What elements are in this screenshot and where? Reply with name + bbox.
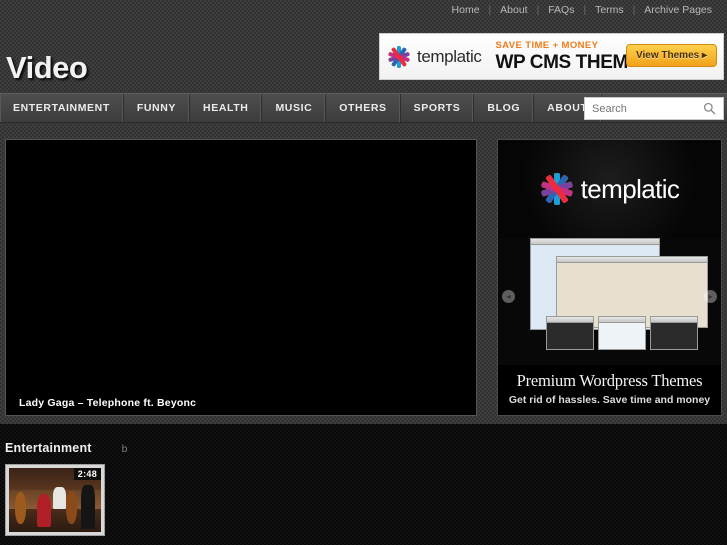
video-duration-badge: 2:48 — [73, 468, 101, 480]
video-thumbnail-card[interactable]: 2:48 — [5, 464, 105, 536]
search-icon[interactable] — [700, 102, 718, 115]
featured-video-player[interactable]: Lady Gaga – Telephone ft. Beyonc — [5, 139, 477, 416]
topbar-link-archive-pages[interactable]: Archive Pages — [635, 0, 721, 20]
sidebar-ad-title: Premium Wordpress Themes — [516, 371, 703, 390]
browser-content — [599, 323, 645, 349]
banner-copy: SAVE TIME + MONEY WP CMS THEM — [495, 39, 628, 74]
sidebar-ad-footer: Premium Wordpress Themes Get rid of hass… — [498, 365, 721, 415]
browser-content — [547, 323, 593, 349]
nav-item-sports[interactable]: SPORTS — [401, 94, 475, 122]
nav-item-others[interactable]: OTHERS — [326, 94, 401, 122]
header-banner-ad[interactable]: templatic SAVE TIME + MONEY WP CMS THEM … — [379, 33, 724, 80]
site-header: Video templatic SAVE TIME + MONEY WP CMS… — [0, 20, 727, 93]
nav-item-entertainment[interactable]: ENTERTAINMENT — [0, 94, 124, 122]
top-utility-bar: Home | About | FAQs | Terms | Archive Pa… — [0, 0, 727, 20]
sidebar-ad-screenshots: ◂ ▸ — [498, 238, 721, 353]
templatic-star-icon — [387, 45, 411, 69]
browser-mockup-thumb-1 — [546, 316, 594, 350]
topbar-link-faqs[interactable]: FAQs — [539, 0, 583, 20]
banner-brand: templatic — [380, 45, 482, 69]
banner-logo-text: templatic — [417, 46, 482, 66]
carousel-prev-arrow-icon[interactable]: ◂ — [502, 290, 515, 303]
topbar-link-about[interactable]: About — [491, 0, 536, 20]
carousel-next-arrow-icon[interactable]: ▸ — [704, 290, 717, 303]
site-logo[interactable]: Video — [6, 50, 88, 86]
view-themes-button[interactable]: View Themes ▸ — [626, 44, 717, 67]
search-input[interactable] — [585, 98, 700, 119]
section-header: Entertainment b — [5, 441, 127, 455]
main-navigation: ENTERTAINMENT FUNNY HEALTH MUSIC OTHERS … — [0, 93, 727, 123]
topbar-link-terms[interactable]: Terms — [586, 0, 633, 20]
section-title[interactable]: Entertainment — [5, 441, 92, 455]
sidebar-ad-subtitle: Get rid of hassles. Save time and money — [508, 394, 711, 406]
sidebar-ad-logo-text: templatic — [580, 173, 680, 204]
entertainment-section: Entertainment b 2:48 — [0, 424, 727, 545]
banner-headline: WP CMS THEM — [495, 51, 628, 73]
nav-item-blog[interactable]: BLOG — [474, 94, 535, 122]
search-box[interactable] — [584, 97, 724, 120]
browser-content — [651, 323, 697, 349]
topbar-link-home[interactable]: Home — [443, 0, 489, 20]
nav-item-health[interactable]: HEALTH — [190, 94, 263, 122]
browser-mockup-thumb-2 — [598, 316, 646, 350]
orchestra-thumbnail: 2:48 — [9, 468, 101, 532]
featured-video-caption: Lady Gaga – Telephone ft. Beyonc — [19, 397, 197, 409]
banner-tagline: SAVE TIME + MONEY — [495, 39, 599, 51]
section-extra-text: b — [121, 443, 128, 455]
nav-item-funny[interactable]: FUNNY — [124, 94, 191, 122]
sidebar-ad-brand: templatic — [498, 140, 721, 238]
nav-item-music[interactable]: MUSIC — [262, 94, 327, 122]
page-root: Home | About | FAQs | Terms | Archive Pa… — [0, 0, 727, 545]
sidebar-ad[interactable]: templatic ◂ ▸ Premium Wordpress Themes G… — [497, 139, 722, 416]
browser-mockup-thumb-3 — [650, 316, 698, 350]
templatic-star-icon — [540, 172, 574, 206]
